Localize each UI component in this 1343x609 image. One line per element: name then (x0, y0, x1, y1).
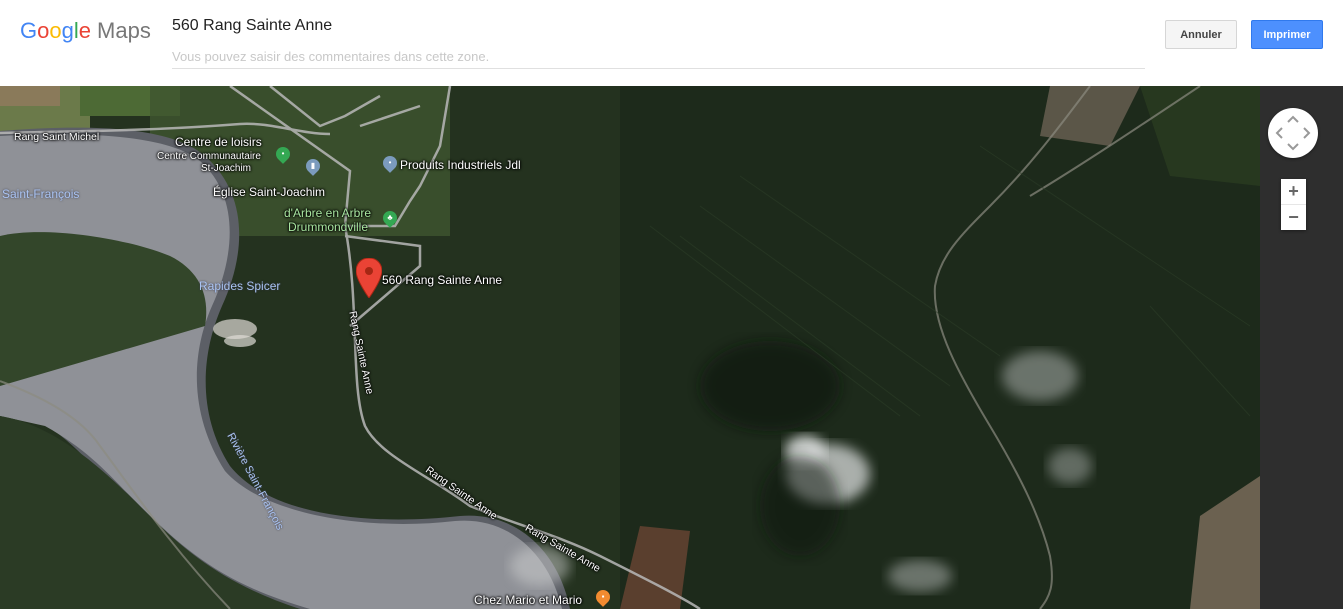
place-label-centre-loisirs: Centre de loisirs (175, 135, 262, 149)
place-label-chez-mario: Chez Mario et Mario (474, 593, 583, 607)
water-label-saint-francois: Saint-François (2, 187, 80, 201)
place-label-drummondville: Drummondville (288, 220, 369, 234)
map-controls-panel (1260, 86, 1343, 609)
print-button[interactable]: Imprimer (1251, 20, 1323, 49)
park-pin-icon[interactable]: ♣ (380, 208, 400, 228)
page-title: 560 Rang Sainte Anne (172, 17, 333, 34)
place-label-centre-communautaire: Centre Communautaire (157, 151, 261, 162)
pan-control[interactable] (1268, 108, 1318, 158)
zoom-control: + − (1281, 179, 1306, 230)
satellite-map[interactable]: Rang Saint Michel Centre de loisirs Cent… (0, 86, 1260, 609)
zoom-in-button[interactable]: + (1281, 179, 1306, 204)
place-label-eglise: Église Saint-Joachim (213, 185, 326, 199)
cancel-button[interactable]: Annuler (1165, 20, 1237, 49)
community-center-pin-icon[interactable]: ▮ (303, 156, 323, 176)
restaurant-pin-icon[interactable]: ▪ (593, 587, 613, 607)
park-pin-icon[interactable]: • (273, 144, 293, 164)
road-label-rang-saint-michel: Rang Saint Michel (14, 131, 100, 143)
comment-input[interactable] (172, 44, 1145, 69)
business-pin-icon[interactable]: • (380, 153, 400, 173)
zoom-out-button[interactable]: − (1281, 205, 1306, 230)
location-marker-icon[interactable] (356, 258, 382, 298)
place-label-arbre-en-arbre: d'Arbre en Arbre (284, 206, 372, 220)
pan-arrows-icon[interactable] (1268, 108, 1318, 158)
satellite-imagery (0, 86, 1260, 609)
marker-label: 560 Rang Sainte Anne (382, 273, 503, 287)
place-label-st-joachim: St-Joachim (201, 163, 252, 174)
google-maps-logo: Google Maps (20, 18, 151, 43)
print-header: GoogleMaps 560 Rang Sainte Anne Annuler … (0, 0, 1343, 86)
water-label-rapides-spicer: Rapides Spicer (199, 279, 281, 293)
place-label-produits-industriels: Produits Industriels Jdl (400, 158, 521, 172)
